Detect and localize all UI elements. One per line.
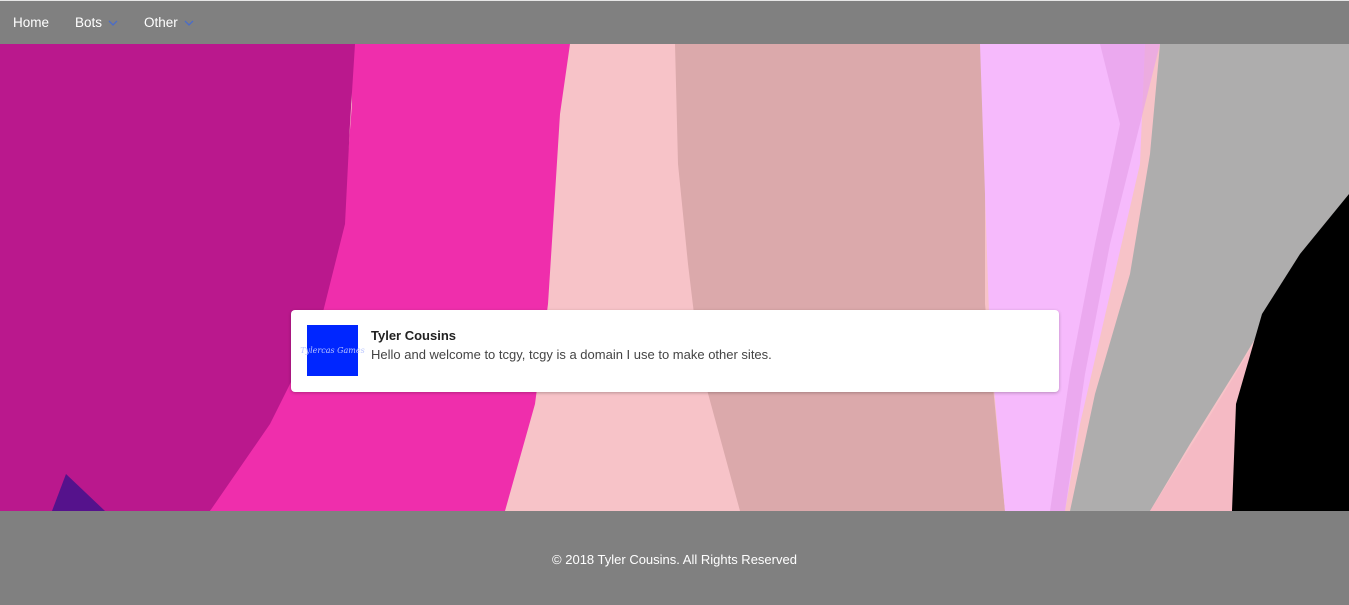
- nav-other-dropdown[interactable]: Other: [144, 15, 194, 30]
- profile-logo: Tylercas Games: [300, 325, 365, 376]
- nav-home-label: Home: [13, 15, 50, 30]
- profile-name: Tyler Cousins: [371, 328, 457, 343]
- nav-home-link[interactable]: Home: [13, 15, 49, 30]
- hero-background: [0, 44, 1349, 511]
- top-navigation-bar: Home Bots Other: [0, 0, 1349, 44]
- nav-bots-dropdown[interactable]: Bots: [75, 15, 118, 30]
- chevron-down-icon: [108, 20, 118, 26]
- profile-description: Hello and welcome to tcgy, tcgy is a dom…: [371, 347, 772, 362]
- nav-other-label: Other: [144, 15, 178, 30]
- logo-text: Tylercas Games: [300, 346, 365, 355]
- chevron-down-icon: [184, 20, 194, 26]
- abstract-background-art: [0, 44, 1349, 511]
- nav-bots-label: Bots: [75, 15, 103, 30]
- profile-card: Tylercas Games Tyler Cousins Hello and w…: [291, 310, 1059, 392]
- copyright-text: © 2018 Tyler Cousins. All Rights Reserve…: [552, 551, 797, 567]
- footer: © 2018 Tyler Cousins. All Rights Reserve…: [0, 511, 1349, 605]
